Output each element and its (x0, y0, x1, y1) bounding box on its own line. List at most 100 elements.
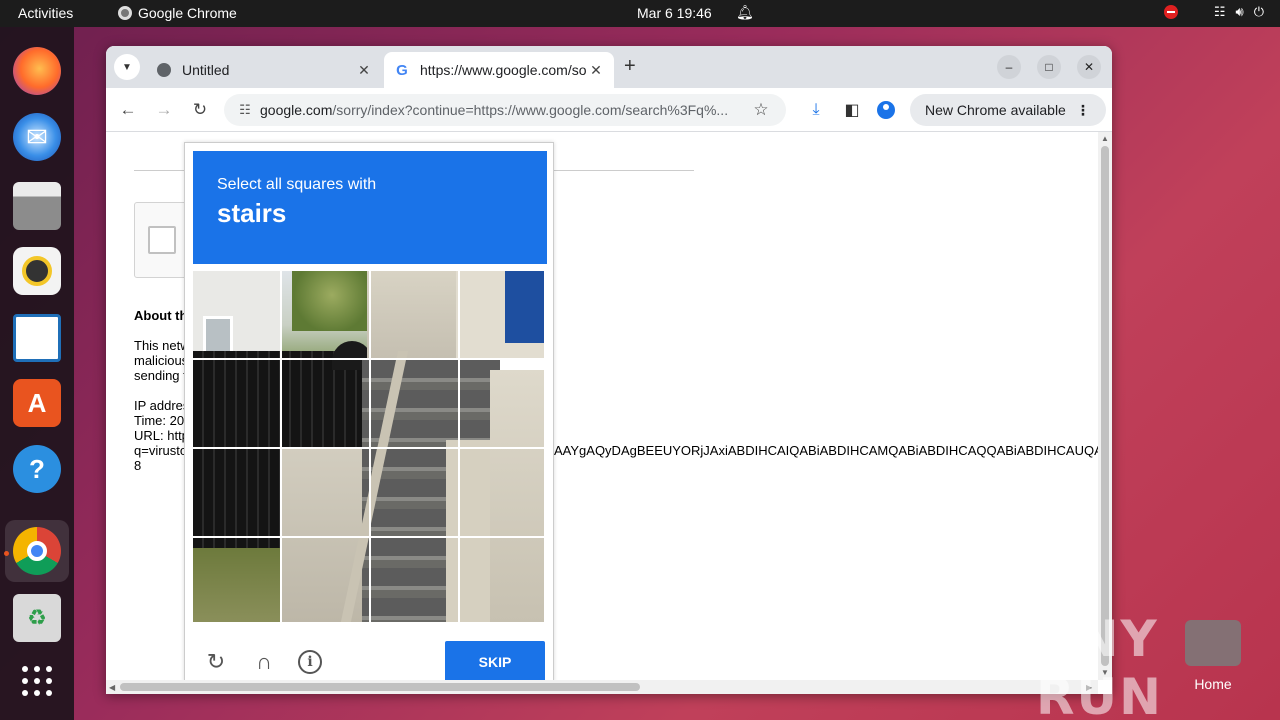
captcha-tile[interactable] (460, 538, 547, 625)
reload-button[interactable]: ↻ (188, 98, 212, 122)
bookmark-star-icon[interactable]: ☆ (746, 100, 776, 120)
captcha-tile-image (193, 449, 280, 536)
captcha-tile[interactable] (371, 271, 458, 358)
info-icon[interactable]: i (297, 649, 323, 675)
headphones-icon[interactable]: ∩ (251, 649, 277, 675)
chrome-icon (118, 6, 132, 20)
top-bar: Activities Google Chrome Mar 6 19:46 🔔︎ … (0, 0, 1280, 27)
close-icon[interactable]: ✕ (586, 62, 606, 79)
captcha-tile[interactable] (193, 538, 280, 625)
captcha-image-grid (193, 271, 547, 625)
update-chrome-button[interactable]: New Chrome available ⋮ (910, 94, 1106, 126)
files-icon[interactable] (13, 182, 61, 230)
profile-icon[interactable] (876, 100, 896, 120)
captcha-tile[interactable] (282, 538, 369, 625)
recording-stop-icon[interactable] (1163, 5, 1178, 19)
captcha-footer: ↻ ∩ i SKIP (185, 633, 553, 680)
close-icon[interactable]: ✕ (354, 62, 374, 79)
captcha-tile-image (371, 449, 458, 536)
captcha-tile[interactable] (460, 360, 547, 447)
rhythmbox-icon[interactable] (13, 247, 61, 295)
app-name: Google Chrome (138, 5, 237, 21)
captcha-tile[interactable] (282, 271, 369, 358)
address-bar[interactable]: ☷ google.com/sorry/index?continue=https:… (224, 94, 786, 126)
url-text[interactable]: google.com/sorry/index?continue=https://… (260, 102, 746, 118)
captcha-tile-image (282, 538, 369, 622)
scrollbar-thumb[interactable] (120, 683, 640, 691)
globe-icon (156, 62, 172, 78)
scroll-up-icon[interactable]: ▲ (1101, 134, 1109, 143)
captcha-tile[interactable] (193, 449, 280, 536)
new-tab-button[interactable]: + (624, 55, 636, 78)
captcha-tile[interactable] (282, 360, 369, 447)
captcha-target: stairs (217, 198, 287, 228)
tab-title: https://www.google.com/sorry/index? (420, 62, 586, 78)
captcha-tile[interactable] (371, 538, 458, 625)
scrollbar-thumb[interactable] (1101, 146, 1109, 666)
window-close-button[interactable]: ✕ (1077, 55, 1101, 79)
volume-icon: 🔊︎ (1235, 4, 1244, 19)
tab-search-button[interactable]: ▼ (114, 54, 140, 80)
home-folder[interactable]: Home (1184, 620, 1242, 692)
skip-button[interactable]: SKIP (445, 641, 545, 680)
chrome-window: ▼ Untitled ✕ G https://www.google.com/so… (106, 46, 1112, 694)
trash-icon[interactable]: ♻ (13, 594, 61, 642)
refresh-icon[interactable]: ↻ (203, 649, 229, 675)
google-chrome-icon[interactable] (13, 527, 61, 575)
kebab-menu-icon[interactable]: ⋮ (1076, 102, 1090, 119)
download-icon[interactable]: ⤓ (806, 100, 826, 120)
watermark: ANY RUN (1036, 610, 1163, 720)
site-info-icon[interactable]: ☷ (230, 102, 260, 118)
activities-button[interactable]: Activities (18, 5, 73, 21)
tab-strip: ▼ Untitled ✕ G https://www.google.com/so… (106, 46, 1112, 88)
captcha-tile-image (460, 449, 544, 536)
scroll-left-icon[interactable]: ◀ (109, 683, 115, 692)
update-label: New Chrome available (925, 102, 1066, 118)
captcha-tile[interactable] (460, 271, 547, 358)
home-label: Home (1194, 676, 1232, 692)
toolbar: ← → ↻ ☷ google.com/sorry/index?continue=… (106, 88, 1112, 132)
captcha-tile-image (371, 538, 458, 622)
captcha-tile[interactable] (371, 449, 458, 536)
captcha-tile-image (460, 360, 544, 447)
system-tray[interactable]: ☷ 🔊︎ ⏻ (1163, 4, 1264, 20)
captcha-tile-image (193, 271, 280, 358)
back-button[interactable]: ← (116, 98, 140, 122)
network-icon: ☷ (1213, 4, 1226, 19)
captcha-tile-image (371, 360, 458, 447)
maximize-button[interactable]: □ (1037, 55, 1061, 79)
captcha-tile[interactable] (371, 360, 458, 447)
app-center-icon[interactable]: A (13, 379, 61, 427)
forward-button[interactable]: → (152, 98, 176, 122)
side-panel-icon[interactable]: ◧ (842, 100, 862, 120)
captcha-tile[interactable] (460, 449, 547, 536)
request-details: IP addres Time: 20 URL: http q=virusto 8 (134, 398, 190, 473)
minimize-button[interactable]: – (997, 55, 1021, 79)
horizontal-scrollbar[interactable]: ◀ ▶ (106, 680, 1098, 694)
show-applications-icon[interactable] (13, 657, 61, 705)
help-icon[interactable]: ? (13, 445, 61, 493)
captcha-header: Select all squares with stairs (193, 151, 547, 264)
clock[interactable]: Mar 6 19:46 (637, 5, 712, 21)
tab-title: Untitled (182, 62, 230, 78)
firefox-icon[interactable] (13, 47, 61, 95)
captcha-tile-image (460, 271, 544, 358)
captcha-tile-image (460, 538, 544, 622)
captcha-tile-image (282, 271, 369, 358)
captcha-instruction: Select all squares with (217, 176, 377, 193)
vertical-scrollbar[interactable]: ▲ ▼ (1098, 132, 1112, 680)
notification-bell-icon: 🔔︎ (736, 4, 754, 20)
running-indicator (4, 551, 9, 556)
thunderbird-icon[interactable]: ✉ (13, 113, 61, 161)
captcha-tile[interactable] (193, 271, 280, 358)
captcha-tile[interactable] (282, 449, 369, 536)
about-heading: About th (134, 308, 188, 323)
tab-google-sorry[interactable]: G https://www.google.com/sorry/index? ✕ (384, 52, 614, 88)
captcha-tile[interactable] (193, 360, 280, 447)
captcha-tile-image (371, 271, 458, 358)
recaptcha-checkbox[interactable] (148, 226, 176, 254)
libreoffice-writer-icon[interactable] (13, 314, 61, 362)
tab-untitled[interactable]: Untitled ✕ (146, 52, 382, 88)
captcha-tile-image (193, 360, 280, 447)
app-menu[interactable]: Google Chrome (118, 5, 237, 21)
